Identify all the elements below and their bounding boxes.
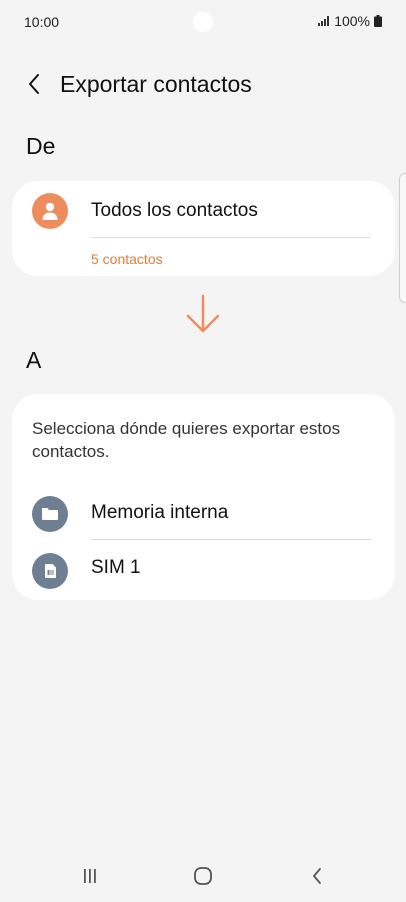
internal-storage-label: Memoria interna xyxy=(91,502,229,523)
person-icon xyxy=(32,193,68,229)
status-bar: 10:00 100% xyxy=(0,0,406,44)
battery-icon xyxy=(374,15,382,27)
back-nav-button[interactable] xyxy=(297,864,337,888)
back-nav-icon xyxy=(313,868,321,884)
from-card: Todos los contactos 5 contactos xyxy=(12,181,395,276)
recent-apps-button[interactable] xyxy=(70,864,110,888)
arrow-down-icon xyxy=(186,294,220,333)
app-header: Exportar contactos xyxy=(0,62,406,108)
all-contacts-label: Todos los contactos xyxy=(91,200,258,221)
to-section-label: A xyxy=(26,347,42,373)
home-icon xyxy=(194,867,212,885)
signal-icon xyxy=(318,16,330,26)
recent-apps-icon xyxy=(84,869,96,883)
contact-count: 5 contactos xyxy=(91,251,163,267)
divider xyxy=(91,539,371,540)
camera-cutout xyxy=(193,12,213,32)
to-card: Selecciona dónde quieres exportar estos … xyxy=(12,394,395,600)
navigation-bar xyxy=(0,850,406,902)
divider xyxy=(91,237,371,238)
internal-storage-option[interactable]: Memoria interna xyxy=(12,486,395,542)
page-title: Exportar contactos xyxy=(60,71,252,97)
all-contacts-option[interactable]: Todos los contactos 5 contactos xyxy=(12,181,395,276)
sim-1-option[interactable]: SIM 1 xyxy=(12,544,395,600)
battery-percent: 100% xyxy=(334,13,370,29)
home-button[interactable] xyxy=(183,864,223,888)
status-time: 10:00 xyxy=(24,14,60,30)
sim-1-label: SIM 1 xyxy=(91,557,141,578)
status-indicators: 100% xyxy=(318,13,382,29)
sim-card-icon xyxy=(32,553,68,589)
chevron-left-icon xyxy=(29,74,39,94)
export-description: Selecciona dónde quieres exportar estos … xyxy=(32,419,341,461)
scroll-indicator[interactable] xyxy=(399,173,406,303)
folder-icon xyxy=(32,496,68,532)
from-section-label: De xyxy=(26,133,56,159)
back-button[interactable] xyxy=(20,70,48,98)
